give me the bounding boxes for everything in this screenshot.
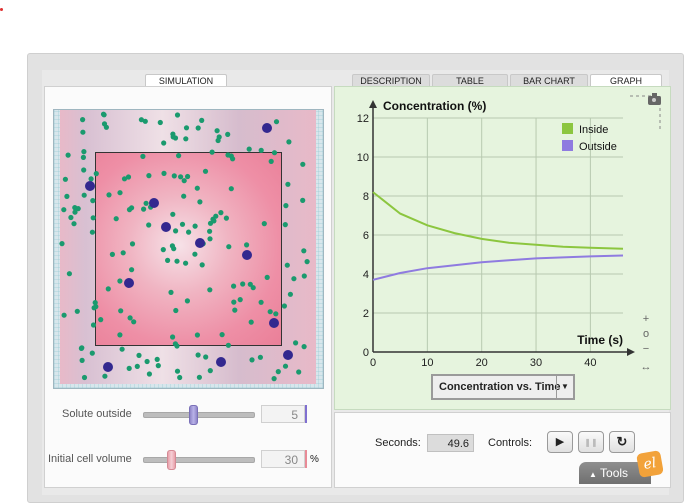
controls-label: Controls: <box>488 437 533 449</box>
y-axis-arrow <box>369 100 377 108</box>
zoom-reset-button[interactable]: o <box>640 328 652 340</box>
y-tick-label: 8 <box>363 191 369 203</box>
y-tick-label: 0 <box>363 347 369 359</box>
concentration-chart: 0 2 4 6 8 10 12 0 10 20 30 40 Concentration (%) Time … <box>357 95 661 369</box>
tools-label: Tools <box>600 466 629 480</box>
initial-cell-volume-value: 30 <box>261 450 305 468</box>
triangle-up-icon: ▲ <box>589 470 597 479</box>
x-axis-arrow <box>627 348 635 356</box>
reset-icon: ↻ <box>616 434 628 449</box>
x-tick-label: 30 <box>530 357 542 369</box>
x-tick-label: 20 <box>476 357 488 369</box>
percent-unit: % <box>310 454 319 465</box>
y-tick-label: 10 <box>357 152 369 164</box>
y-tick-label: 2 <box>363 308 369 320</box>
expand-icon[interactable]: ↔ <box>640 361 652 373</box>
x-tick-label: 0 <box>370 357 376 369</box>
camera-icon[interactable] <box>648 93 661 105</box>
x-tick-label: 10 <box>421 357 433 369</box>
seconds-value: 49.6 <box>427 434 474 452</box>
x-axis-label: Time (s) <box>577 333 623 347</box>
initial-cell-volume-slider-thumb[interactable] <box>167 450 176 470</box>
pause-icon: ❚❚ <box>584 438 598 447</box>
initial-cell-volume-label: Initial cell volume <box>48 453 132 465</box>
solute-outside-slider-thumb[interactable] <box>189 405 198 425</box>
legend-label-inside: Inside <box>579 124 608 136</box>
seconds-label: Seconds: <box>375 437 421 449</box>
y-tick-label: 6 <box>363 230 369 242</box>
graph-type-dropdown[interactable]: Concentration vs. Time ▼ <box>431 374 575 400</box>
play-button[interactable]: ▶ <box>547 431 573 453</box>
zoom-out-button[interactable]: − <box>640 343 652 355</box>
series-line-outside <box>372 254 624 281</box>
solute-outside-value: 5 <box>261 405 305 423</box>
initial-cell-volume-accent <box>305 450 307 468</box>
legend-label-outside: Outside <box>579 141 617 153</box>
play-icon: ▶ <box>555 436 565 448</box>
x-tick-label: 40 <box>584 357 596 369</box>
solute-outside-track[interactable] <box>143 412 255 418</box>
zoom-in-button[interactable]: + <box>640 313 652 325</box>
explorelearning-logo: el <box>636 450 664 478</box>
initial-cell-volume-track[interactable] <box>143 457 255 463</box>
y-axis-label: Concentration (%) <box>383 99 486 113</box>
series-line-inside <box>372 191 624 250</box>
legend-swatch-outside <box>562 140 573 151</box>
reset-button[interactable]: ↻ <box>609 431 635 453</box>
pause-button[interactable]: ❚❚ <box>578 431 604 453</box>
graph-type-selected: Concentration vs. Time <box>439 381 561 393</box>
marker-dot <box>0 8 3 11</box>
y-tick-label: 12 <box>357 113 369 125</box>
chevron-down-icon: ▼ <box>556 376 573 398</box>
cell-membrane <box>95 152 282 346</box>
legend-swatch-inside <box>562 123 573 134</box>
y-tick-label: 4 <box>363 269 369 281</box>
solute-outside-label: Solute outside <box>62 408 132 420</box>
solute-outside-accent <box>305 405 307 423</box>
